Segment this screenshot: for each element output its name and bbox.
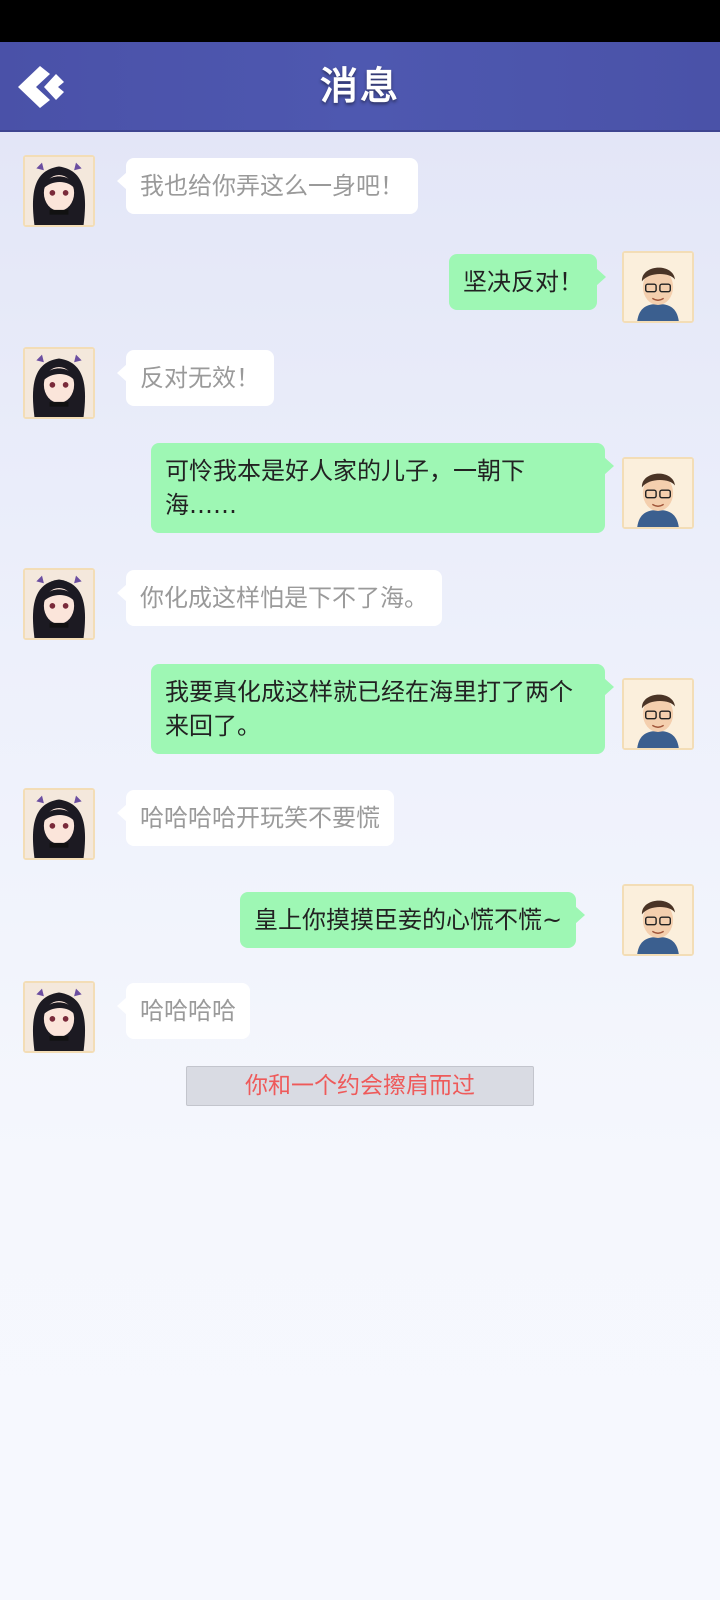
message-bubble: 皇上你摸摸臣妾的心慌不慌~ (240, 892, 586, 948)
girl-avatar[interactable] (23, 981, 95, 1053)
message-bubble: 反对无效！ (117, 350, 274, 406)
back-button[interactable] (12, 62, 68, 112)
girl-avatar[interactable] (23, 347, 95, 419)
message-text: 我也给你弄这么一身吧！ (140, 172, 404, 200)
page-title: 消息 (319, 64, 400, 108)
message-text: 我要真化成这样就已经在海里打了两个来回了。 (165, 678, 573, 740)
message-text: 哈哈哈哈 (140, 997, 236, 1025)
message-bubble: 你化成这样怕是下不了海。 (117, 570, 442, 626)
message-bubble: 哈哈哈哈 (117, 983, 250, 1039)
back-arrow-icon (18, 66, 64, 108)
message-text: 坚决反对！ (463, 268, 583, 296)
chat-area[interactable]: 我也给你弄这么一身吧！ 坚决反对！ 反对无效！ 可怜我本是好人家的儿子，一朝下海… (0, 132, 720, 1600)
message-text: 可怜我本是好人家的儿子，一朝下海…… (165, 457, 525, 519)
message-text: 你化成这样怕是下不了海。 (140, 584, 428, 612)
system-notice: 你和一个约会擦肩而过 (186, 1066, 534, 1106)
message-text: 反对无效！ (140, 364, 260, 392)
boy-avatar[interactable] (622, 457, 694, 529)
girl-avatar[interactable] (23, 788, 95, 860)
status-bar (0, 0, 720, 42)
message-bubble: 可怜我本是好人家的儿子，一朝下海…… (151, 443, 614, 533)
boy-avatar[interactable] (622, 884, 694, 956)
boy-avatar[interactable] (622, 678, 694, 750)
message-bubble: 我也给你弄这么一身吧！ (117, 158, 418, 214)
girl-avatar[interactable] (23, 568, 95, 640)
message-text: 皇上你摸摸臣妾的心慌不慌~ (254, 906, 563, 934)
girl-avatar[interactable] (23, 155, 95, 227)
boy-avatar[interactable] (622, 251, 694, 323)
message-bubble: 哈哈哈哈开玩笑不要慌 (117, 790, 394, 846)
message-bubble: 我要真化成这样就已经在海里打了两个来回了。 (151, 664, 614, 754)
message-text: 哈哈哈哈开玩笑不要慌 (140, 804, 380, 832)
top-bar: 消息 (0, 42, 720, 132)
message-bubble: 坚决反对！ (449, 254, 606, 310)
